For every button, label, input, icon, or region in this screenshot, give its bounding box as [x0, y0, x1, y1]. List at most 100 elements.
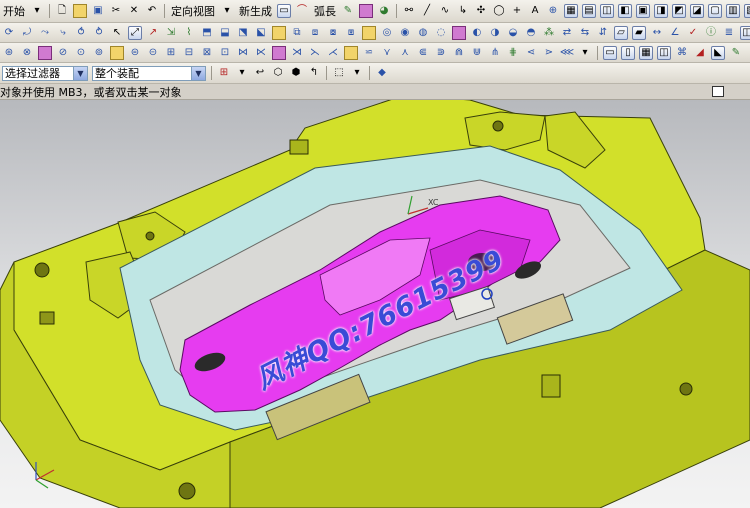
tools-icon[interactable]: ⋒: [452, 46, 466, 60]
chamfer-icon[interactable]: ⥁: [92, 26, 106, 40]
surface-2-icon[interactable]: ◣: [711, 45, 725, 60]
csys-icon[interactable]: ▰: [632, 25, 646, 40]
shell-icon[interactable]: ◐: [470, 26, 484, 40]
new-file-icon[interactable]: 🗋: [55, 4, 69, 18]
selection-filter-dropdown[interactable]: 选择过滤器 ▼: [2, 65, 88, 81]
select-solid-icon[interactable]: ⬡: [271, 66, 285, 80]
move-face-icon[interactable]: ⇄: [560, 26, 574, 40]
layout-icon[interactable]: ⊚: [92, 46, 106, 60]
lifter-icon[interactable]: ⊡: [218, 46, 232, 60]
measure-distance-icon[interactable]: ↔: [650, 26, 664, 40]
draft-icon[interactable]: [452, 25, 466, 40]
zoom-icon[interactable]: ◨: [654, 4, 668, 18]
datum-icon[interactable]: ▱: [614, 25, 628, 40]
dropdown-arrow-icon[interactable]: ▾: [30, 4, 44, 18]
layer-icon[interactable]: ▤: [582, 4, 596, 18]
offset-icon[interactable]: ⇲: [164, 26, 178, 40]
trim-icon[interactable]: ⤷: [56, 26, 70, 40]
fit-icon[interactable]: ▢: [708, 4, 722, 18]
mirror-icon[interactable]: ◓: [524, 26, 538, 40]
spline-icon[interactable]: ∿: [438, 4, 452, 18]
transform-icon[interactable]: ⤢: [128, 25, 142, 40]
view-2-icon[interactable]: ◫: [657, 45, 671, 60]
dropdown-arrow-icon[interactable]: ▾: [350, 66, 364, 80]
line-icon[interactable]: ╱: [420, 4, 434, 18]
target-icon[interactable]: ⊕: [546, 4, 560, 18]
drawing-icon[interactable]: ⋋: [308, 46, 322, 60]
face-icon[interactable]: ⬒: [200, 26, 214, 40]
csys-mold-icon[interactable]: [38, 45, 52, 60]
core-icon[interactable]: ⋑: [434, 46, 448, 60]
patch-icon[interactable]: ⬔: [236, 26, 250, 40]
dropdown-arrow-icon[interactable]: ▾: [235, 66, 249, 80]
binoculars-icon[interactable]: ⚯: [402, 4, 416, 18]
panel-2-icon[interactable]: ▯: [621, 45, 635, 60]
snap-icon[interactable]: ↗: [146, 26, 160, 40]
surface-icon[interactable]: ⬓: [218, 26, 232, 40]
body-icon[interactable]: [272, 25, 286, 40]
render-icon[interactable]: ◧: [618, 4, 632, 18]
insert-icon[interactable]: ⋎: [380, 46, 394, 60]
curve-icon[interactable]: ⌇: [182, 26, 196, 40]
boss-icon[interactable]: ◉: [398, 26, 412, 40]
hide-icon[interactable]: ◫: [740, 25, 750, 40]
extrude-icon[interactable]: ⟳: [2, 26, 16, 40]
subtract-icon[interactable]: ⧇: [326, 26, 340, 40]
open-folder-icon[interactable]: [73, 4, 87, 18]
analysis-icon[interactable]: ◕: [377, 4, 391, 18]
sync-icon[interactable]: ⋘: [560, 46, 574, 60]
curve-2-icon[interactable]: ◢: [693, 46, 707, 60]
delete-icon[interactable]: ✕: [127, 4, 141, 18]
node-icon[interactable]: ⌘: [675, 46, 689, 60]
edit-icon[interactable]: ✎: [729, 46, 743, 60]
delete-face-icon[interactable]: ⇵: [596, 26, 610, 40]
dropdown-arrow-icon[interactable]: ▾: [578, 46, 592, 60]
start-menu-button[interactable]: 开始: [0, 3, 28, 19]
arc-icon[interactable]: ⌒: [295, 4, 309, 18]
arc-length-button[interactable]: 弧長: [311, 3, 339, 19]
split-icon[interactable]: ◒: [506, 26, 520, 40]
pocket-icon[interactable]: ◍: [416, 26, 430, 40]
ejector-icon[interactable]: ⊟: [182, 46, 196, 60]
region-icon[interactable]: ⋖: [524, 46, 538, 60]
unite-icon[interactable]: ⧈: [308, 26, 322, 40]
sketch-icon[interactable]: ✎: [341, 4, 355, 18]
gate-icon[interactable]: ⊞: [164, 46, 178, 60]
parting-icon[interactable]: ⊜: [128, 46, 142, 60]
assembly-scope-dropdown[interactable]: 整个装配 ▼: [92, 65, 206, 81]
wireframe-icon[interactable]: ▥: [726, 4, 740, 18]
layer-settings-icon[interactable]: ≣: [722, 26, 736, 40]
pad-icon[interactable]: ◌: [434, 26, 448, 40]
sew-icon[interactable]: ⧉: [290, 26, 304, 40]
box-icon[interactable]: ▣: [636, 4, 650, 18]
surface-mold-icon[interactable]: ⋗: [542, 46, 556, 60]
patch-mold-icon[interactable]: ⋓: [470, 46, 484, 60]
select-edge-icon[interactable]: ↰: [307, 66, 321, 80]
measure-angle-icon[interactable]: ∠: [668, 26, 682, 40]
standard-part-icon[interactable]: ⋍: [362, 46, 376, 60]
select-arrow-icon[interactable]: ↖: [110, 26, 124, 40]
shrink-icon[interactable]: ⊘: [56, 46, 70, 60]
hook-icon[interactable]: ↳: [456, 4, 470, 18]
thicken-icon[interactable]: ◑: [488, 26, 502, 40]
cooling-icon[interactable]: ⋈: [236, 46, 250, 60]
shaded-icon[interactable]: ▧: [744, 4, 750, 18]
rectangle-select-icon[interactable]: ⬚: [332, 66, 346, 80]
block-icon[interactable]: [362, 25, 376, 40]
replace-face-icon[interactable]: ⇆: [578, 26, 592, 40]
workpiece-icon[interactable]: ⊙: [74, 46, 88, 60]
undo-select-icon[interactable]: ↩: [253, 66, 267, 80]
dropdown-arrow-icon[interactable]: ▾: [220, 4, 234, 18]
save-icon[interactable]: ▣: [91, 4, 105, 18]
rotate-icon[interactable]: ◪: [690, 4, 704, 18]
chevron-down-icon[interactable]: ▼: [73, 66, 87, 80]
frame-icon[interactable]: ▭: [603, 45, 617, 60]
view-icon[interactable]: ◫: [600, 4, 614, 18]
grid-icon[interactable]: ▦: [564, 4, 578, 18]
circle-icon[interactable]: ◯: [492, 4, 506, 18]
cut-icon[interactable]: ✂: [109, 4, 123, 18]
plus-icon[interactable]: +: [510, 4, 524, 18]
project-init-icon[interactable]: ⊗: [20, 46, 34, 60]
cube-icon[interactable]: ◆: [375, 66, 389, 80]
mold-wizard-icon[interactable]: ⊛: [2, 46, 16, 60]
